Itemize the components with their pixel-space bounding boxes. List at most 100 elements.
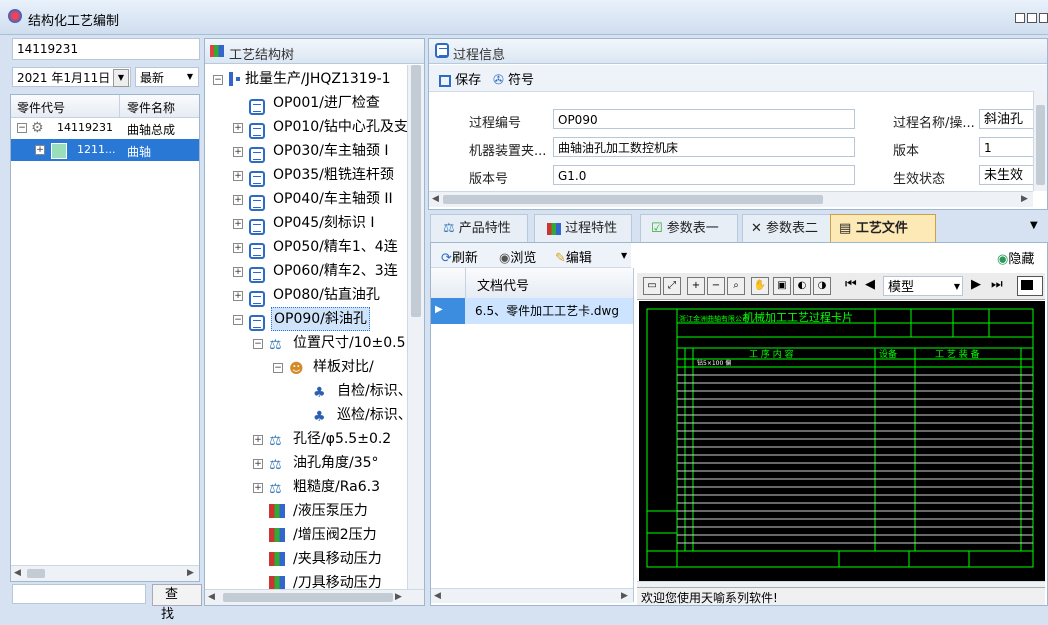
symbol-button[interactable]: ✇ 符号 <box>493 69 534 88</box>
process-name-field[interactable]: 斜油孔 <box>979 109 1037 129</box>
eye-icon: ◉ <box>499 251 511 266</box>
fit-view-icon[interactable]: ⤢ <box>663 277 681 295</box>
collapse-icon[interactable]: − <box>253 339 263 349</box>
tab-menu-icon[interactable]: ▼ <box>1030 220 1038 231</box>
expand-icon[interactable]: + <box>233 291 243 301</box>
close-button[interactable] <box>1039 13 1048 23</box>
toolbar-overflow-icon[interactable]: ▼ <box>621 251 627 260</box>
tree-item-op030[interactable]: + OP030/车主轴颈 I <box>233 139 388 163</box>
expand-icon[interactable]: + <box>233 123 243 133</box>
version-select[interactable]: 最新 ▼ <box>135 67 199 87</box>
collapse-icon[interactable]: − <box>213 75 223 85</box>
save-button[interactable]: 保存 <box>439 69 481 88</box>
tree-hscrollbar[interactable]: ◀ ▶ <box>205 589 424 605</box>
last-page-icon[interactable]: ⏭ <box>991 277 1003 292</box>
device-field[interactable]: 曲轴油孔加工数控机床 <box>553 137 855 157</box>
caliper-icon: ⚖ <box>269 457 282 473</box>
tab-param-table-2[interactable]: ✕ 参数表二 <box>742 214 836 243</box>
expand-icon[interactable]: + <box>233 171 243 181</box>
row-name: 曲轴 <box>127 145 152 159</box>
expand-icon[interactable]: + <box>35 145 45 155</box>
expand-icon[interactable]: + <box>233 195 243 205</box>
version-dropdown-icon[interactable]: ▼ <box>183 69 197 85</box>
tab-process-file[interactable]: ▤ 工艺文件 <box>830 214 936 243</box>
tree-body: − 批量生产/JHQZ1319-1 OP001/进厂检查 + OP010/钻中心孔… <box>213 71 409 589</box>
edit-button[interactable]: ✎编辑 <box>555 247 592 266</box>
tree-item-op040[interactable]: + OP040/车主轴颈 II <box>233 187 393 211</box>
zoom-out-icon[interactable]: − <box>707 277 725 295</box>
collapse-icon[interactable]: − <box>17 123 27 133</box>
expand-icon[interactable]: + <box>233 147 243 157</box>
refresh-button[interactable]: ⟳刷新 <box>441 247 478 266</box>
process-code-field[interactable]: OP090 <box>553 109 855 129</box>
tree-item-op080[interactable]: + OP080/钻直油孔 <box>233 283 380 307</box>
pencil-icon: ✎ <box>555 251 566 266</box>
date-picker[interactable]: 2021 年1月11日 ▼ <box>12 67 131 87</box>
tree-item-op050[interactable]: + OP050/精车1、4连 <box>233 235 398 259</box>
close-icon[interactable]: ✕ <box>751 221 762 236</box>
status-field[interactable]: 未生效 <box>979 165 1037 185</box>
cad-drawing: 浙江金洲曲轴有限公司 机械加工工艺过程卡片 工 序 内 容 设备 工 艺 装 备… <box>646 308 1034 568</box>
process-vscrollbar[interactable] <box>1033 91 1047 191</box>
tree-header: 工艺结构树 <box>205 39 424 64</box>
browse-button[interactable]: ◉浏览 <box>499 247 536 266</box>
col-part-name[interactable]: 零件名称 <box>127 99 175 116</box>
tree-vscrollbar[interactable] <box>407 65 424 589</box>
zoom-in-icon[interactable]: + <box>687 277 705 295</box>
tree-item-op035[interactable]: + OP035/粗铣连杆颈 <box>233 163 394 187</box>
collapse-icon[interactable]: − <box>233 315 243 325</box>
next-page-icon[interactable]: ▶ <box>971 277 981 292</box>
pan-hand-icon[interactable]: ✋ <box>751 277 769 295</box>
color-swatch[interactable] <box>1017 276 1043 296</box>
expand-icon[interactable]: + <box>253 435 263 445</box>
expand-icon[interactable]: + <box>233 243 243 253</box>
query-input[interactable] <box>12 584 146 604</box>
first-page-icon[interactable]: ⏮ <box>845 277 857 292</box>
expand-icon[interactable]: + <box>253 459 263 469</box>
collapse-icon[interactable]: − <box>273 363 283 373</box>
layer-icon[interactable]: ▣ <box>773 277 791 295</box>
page-view-icon[interactable]: ▭ <box>643 277 661 295</box>
doc-list-header[interactable]: 文档代号 <box>431 268 633 299</box>
minimize-button[interactable] <box>1015 13 1025 23</box>
tab-process-char[interactable]: 过程特性 <box>534 214 632 243</box>
expand-icon[interactable]: + <box>233 267 243 277</box>
tree-item-op001[interactable]: OP001/进厂检查 <box>233 91 380 115</box>
expand-icon[interactable]: + <box>233 219 243 229</box>
doc-file-name: 6.5、零件加工工艺卡.dwg <box>465 298 633 324</box>
doc-row-selected[interactable]: ▶ 6.5、零件加工工艺卡.dwg <box>431 298 633 324</box>
hide-button[interactable]: ◉隐藏 <box>997 248 1034 267</box>
tree-item-op090[interactable]: − OP090/斜油孔 <box>233 307 370 331</box>
col-part-code[interactable]: 零件代号 <box>17 99 65 116</box>
cad-drawing-canvas[interactable]: 浙江金洲曲轴有限公司 机械加工工艺过程卡片 工 序 内 容 设备 工 艺 装 备… <box>639 301 1045 581</box>
expand-icon[interactable]: + <box>253 483 263 493</box>
hide-icon: ◉ <box>997 252 1009 267</box>
part-search-input[interactable]: 14119231 <box>12 38 200 60</box>
query-button[interactable]: 查 找 <box>152 584 202 622</box>
date-dropdown-icon[interactable]: ▼ <box>113 69 129 87</box>
table-row[interactable]: − ⚙ 14119231 曲轴总成 <box>11 117 199 139</box>
layout-select[interactable]: 模型 ▼ <box>883 276 963 296</box>
version-field[interactable]: 1 <box>979 137 1037 157</box>
doc-list-hscrollbar[interactable]: ◀ ▶ <box>431 588 633 603</box>
process-header: 过程信息 <box>429 39 1047 64</box>
process-hscrollbar[interactable]: ◀ ▶ <box>429 191 1033 207</box>
tree-item-op045[interactable]: + OP045/刻标识 I <box>233 211 374 235</box>
part-table-hscrollbar[interactable]: ◀ ▶ <box>11 565 199 581</box>
layout-dropdown-icon[interactable]: ▼ <box>954 277 960 297</box>
file-tab-panel: ⟳刷新 ◉浏览 ✎编辑 ▼ 文档代号 ▶ 6.5、零件加工工艺卡.dwg ◀ ▶… <box>430 242 1048 606</box>
tab-product-char[interactable]: ⚖ 产品特性 <box>430 214 528 243</box>
prev-page-icon[interactable]: ◀ <box>865 277 875 292</box>
row-code: 1211... <box>77 143 116 156</box>
restore-button[interactable] <box>1027 13 1037 23</box>
bar-chart-icon <box>269 552 285 566</box>
hands-icon: ♣ <box>313 409 326 425</box>
tree-item-op010[interactable]: + OP010/钻中心孔及支 <box>233 115 408 139</box>
version-no-field[interactable]: G1.0 <box>553 165 855 185</box>
tab-param-table-1[interactable]: ☑ 参数表一 <box>640 214 738 243</box>
prev-view-icon[interactable]: ◐ <box>793 277 811 295</box>
zoom-window-icon[interactable]: ⌕ <box>727 277 745 295</box>
table-row-selected[interactable]: + 1211... 曲轴 <box>11 139 199 161</box>
tree-item-op060[interactable]: + OP060/精车2、3连 <box>233 259 398 283</box>
next-view-icon[interactable]: ◑ <box>813 277 831 295</box>
